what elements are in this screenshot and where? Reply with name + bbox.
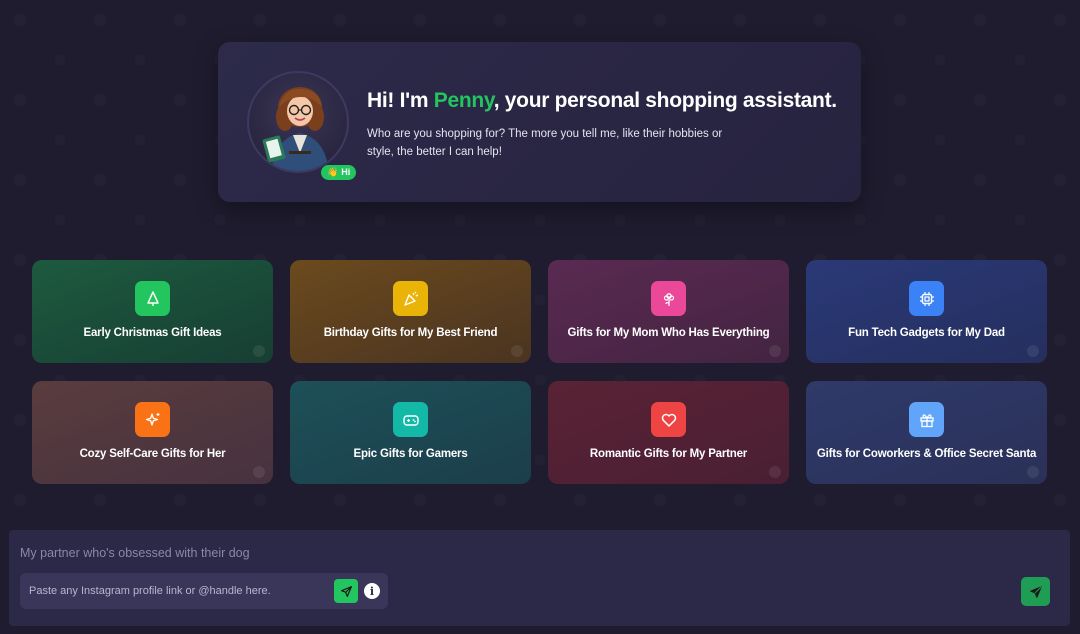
heart-deco-icon — [769, 345, 781, 357]
gift-deco-icon — [253, 345, 265, 357]
welcome-title-prefix: Hi! I'm — [367, 89, 434, 112]
suggestion-label: Gifts for Coworkers & Office Secret Sant… — [816, 448, 1037, 460]
hi-badge: 👋 Hi — [321, 165, 357, 180]
flower-icon — [651, 281, 686, 316]
cup-deco-icon — [253, 466, 265, 478]
suggestion-label: Birthday Gifts for My Best Friend — [323, 327, 498, 339]
heart-icon — [651, 402, 686, 437]
user-deco-icon — [1027, 466, 1039, 478]
welcome-card: 👋 Hi Hi! I'm Penny, your personal shoppi… — [218, 42, 861, 202]
send-icon — [340, 585, 352, 597]
send-icon — [1029, 585, 1042, 598]
suggestion-label: Cozy Self-Care Gifts for Her — [79, 448, 226, 460]
suggestion-card-gamers[interactable]: Epic Gifts for Gamers — [290, 381, 531, 484]
suggestion-card-romantic[interactable]: Romantic Gifts for My Partner — [548, 381, 789, 484]
suggestion-card-tech-dad[interactable]: Fun Tech Gadgets for My Dad — [806, 260, 1047, 363]
chat-prompt-input[interactable]: My partner who's obsessed with their dog — [20, 546, 250, 560]
suggestion-label: Romantic Gifts for My Partner — [589, 448, 748, 460]
suggestion-label: Fun Tech Gadgets for My Dad — [848, 327, 1005, 339]
send-button[interactable] — [1021, 577, 1050, 606]
heart-deco-icon — [511, 345, 523, 357]
heart-deco-icon — [769, 466, 781, 478]
welcome-title: Hi! I'm Penny, your personal shopping as… — [367, 89, 837, 113]
suggestion-label: Epic Gifts for Gamers — [353, 448, 468, 460]
suggestion-card-birthday[interactable]: Birthday Gifts for My Best Friend — [290, 260, 531, 363]
party-popper-icon — [393, 281, 428, 316]
penny-avatar-icon — [262, 87, 329, 171]
check-deco-icon — [1027, 345, 1039, 357]
suggestion-label: Gifts for My Mom Who Has Everything — [567, 327, 770, 339]
sparkles-icon — [135, 402, 170, 437]
gamepad-icon — [393, 402, 428, 437]
suggestion-card-coworkers[interactable]: Gifts for Coworkers & Office Secret Sant… — [806, 381, 1047, 484]
instagram-input-box: i — [20, 573, 388, 609]
gift-icon — [909, 402, 944, 437]
cpu-chip-icon — [909, 281, 944, 316]
suggestion-card-mom[interactable]: Gifts for My Mom Who Has Everything — [548, 260, 789, 363]
instagram-handle-input[interactable] — [29, 573, 329, 609]
welcome-title-suffix: , your personal shopping assistant. — [493, 89, 837, 112]
avatar — [247, 71, 349, 173]
hi-badge-label: Hi — [341, 167, 351, 177]
info-icon[interactable]: i — [364, 583, 380, 599]
chat-composer: My partner who's obsessed with their dog… — [9, 530, 1070, 626]
suggestion-label: Early Christmas Gift Ideas — [83, 327, 222, 339]
welcome-subtitle: Who are you shopping for? The more you t… — [367, 128, 723, 158]
suggestion-card-self-care[interactable]: Cozy Self-Care Gifts for Her — [32, 381, 273, 484]
christmas-tree-icon — [135, 281, 170, 316]
instagram-send-button[interactable] — [334, 579, 358, 603]
suggestion-card-early-christmas[interactable]: Early Christmas Gift Ideas — [32, 260, 273, 363]
wave-icon: 👋 — [327, 167, 339, 177]
assistant-name: Penny — [433, 89, 494, 112]
